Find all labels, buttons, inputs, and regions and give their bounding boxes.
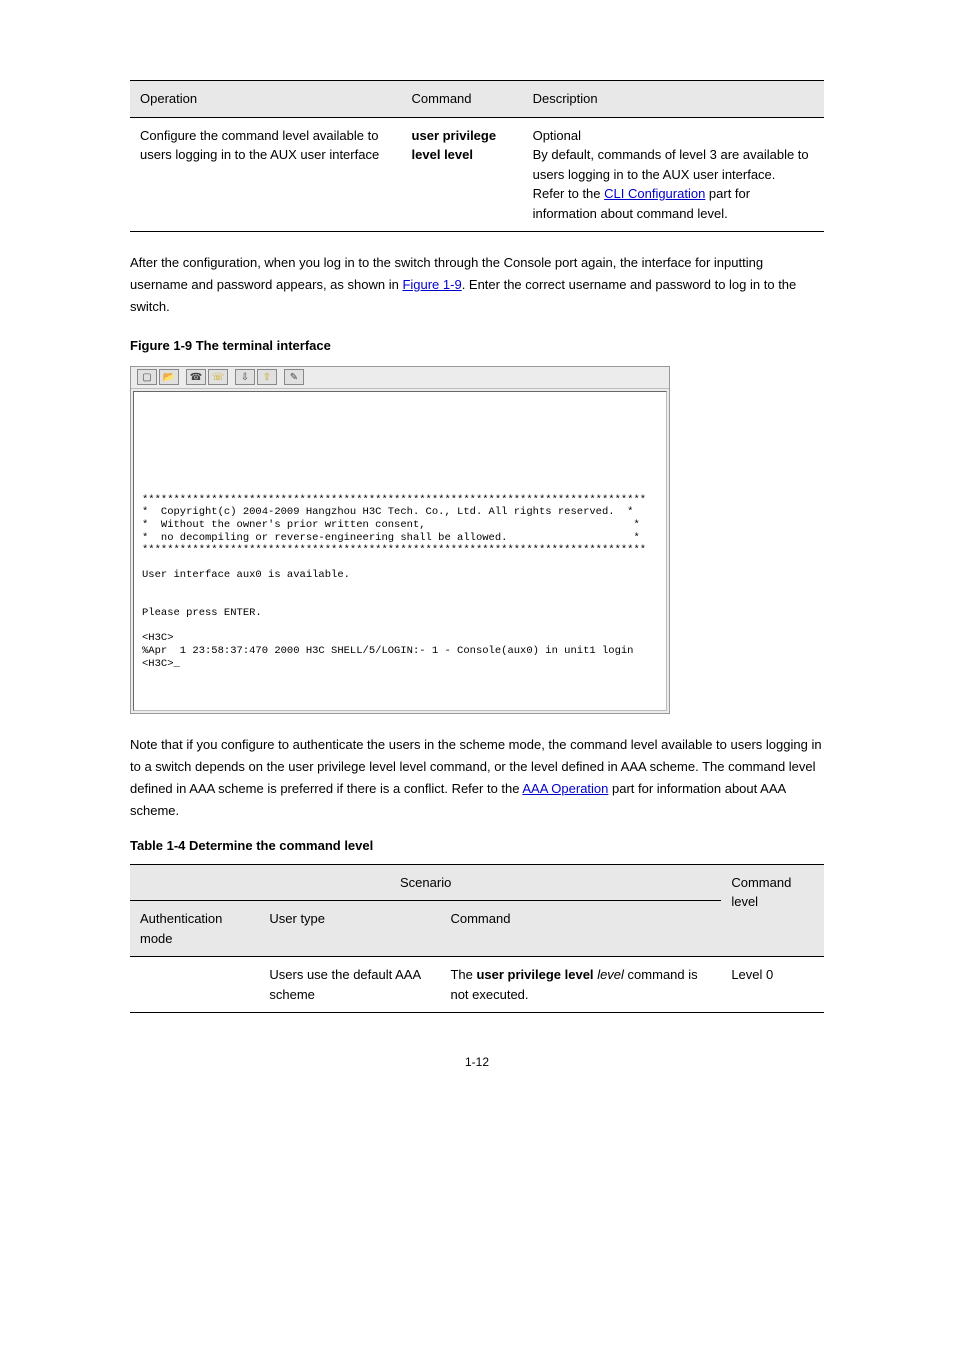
table-subheader: User type (259, 901, 440, 957)
connect-icon[interactable]: ☎ (186, 369, 206, 385)
terminal-output: ****************************************… (133, 391, 667, 711)
table-config-level: Operation Command Description Configure … (130, 80, 824, 232)
cell-description: Optional By default, commands of level 3… (523, 117, 824, 232)
table-header: Command (402, 81, 523, 118)
table-command-level: Scenario Command level Authentication mo… (130, 864, 824, 1014)
table-header: Operation (130, 81, 402, 118)
terminal-screenshot: ▢ 📂 ☎ ☏ ⇩ ⇧ ✎ **************************… (130, 366, 670, 714)
figure-caption: Figure 1-9 The terminal interface (130, 336, 824, 356)
paragraph: After the configuration, when you log in… (130, 252, 824, 318)
table-subheader: Authentication mode (130, 901, 259, 957)
cell-command: user privilege level level (402, 117, 523, 232)
paragraph: Note that if you configure to authentica… (130, 734, 824, 822)
cell-command: The user privilege level level command i… (440, 957, 721, 1013)
disconnect-icon[interactable]: ☏ (208, 369, 228, 385)
table-row: Configure the command level available to… (130, 117, 824, 232)
cell-level: Level 0 (721, 957, 824, 1013)
table-row: Users use the default AAA scheme The use… (130, 957, 824, 1013)
receive-icon[interactable]: ⇧ (257, 369, 277, 385)
open-file-icon[interactable]: 📂 (159, 369, 179, 385)
table-header: Command level (721, 864, 824, 957)
properties-icon[interactable]: ✎ (284, 369, 304, 385)
cell-auth-mode (130, 957, 259, 1013)
table-header: Scenario (130, 864, 721, 901)
figure-link[interactable]: Figure 1-9 (402, 277, 461, 292)
aaa-operation-link[interactable]: AAA Operation (522, 781, 608, 796)
table-subheader: Command (440, 901, 721, 957)
cell-operation: Configure the command level available to… (130, 117, 402, 232)
table-caption: Table 1-4 Determine the command level (130, 836, 824, 856)
page-number: 1-12 (130, 1053, 824, 1071)
cli-config-link[interactable]: CLI Configuration (604, 186, 705, 201)
new-file-icon[interactable]: ▢ (137, 369, 157, 385)
table-header: Description (523, 81, 824, 118)
terminal-toolbar: ▢ 📂 ☎ ☏ ⇩ ⇧ ✎ (131, 367, 669, 389)
send-icon[interactable]: ⇩ (235, 369, 255, 385)
cell-user-type: Users use the default AAA scheme (259, 957, 440, 1013)
